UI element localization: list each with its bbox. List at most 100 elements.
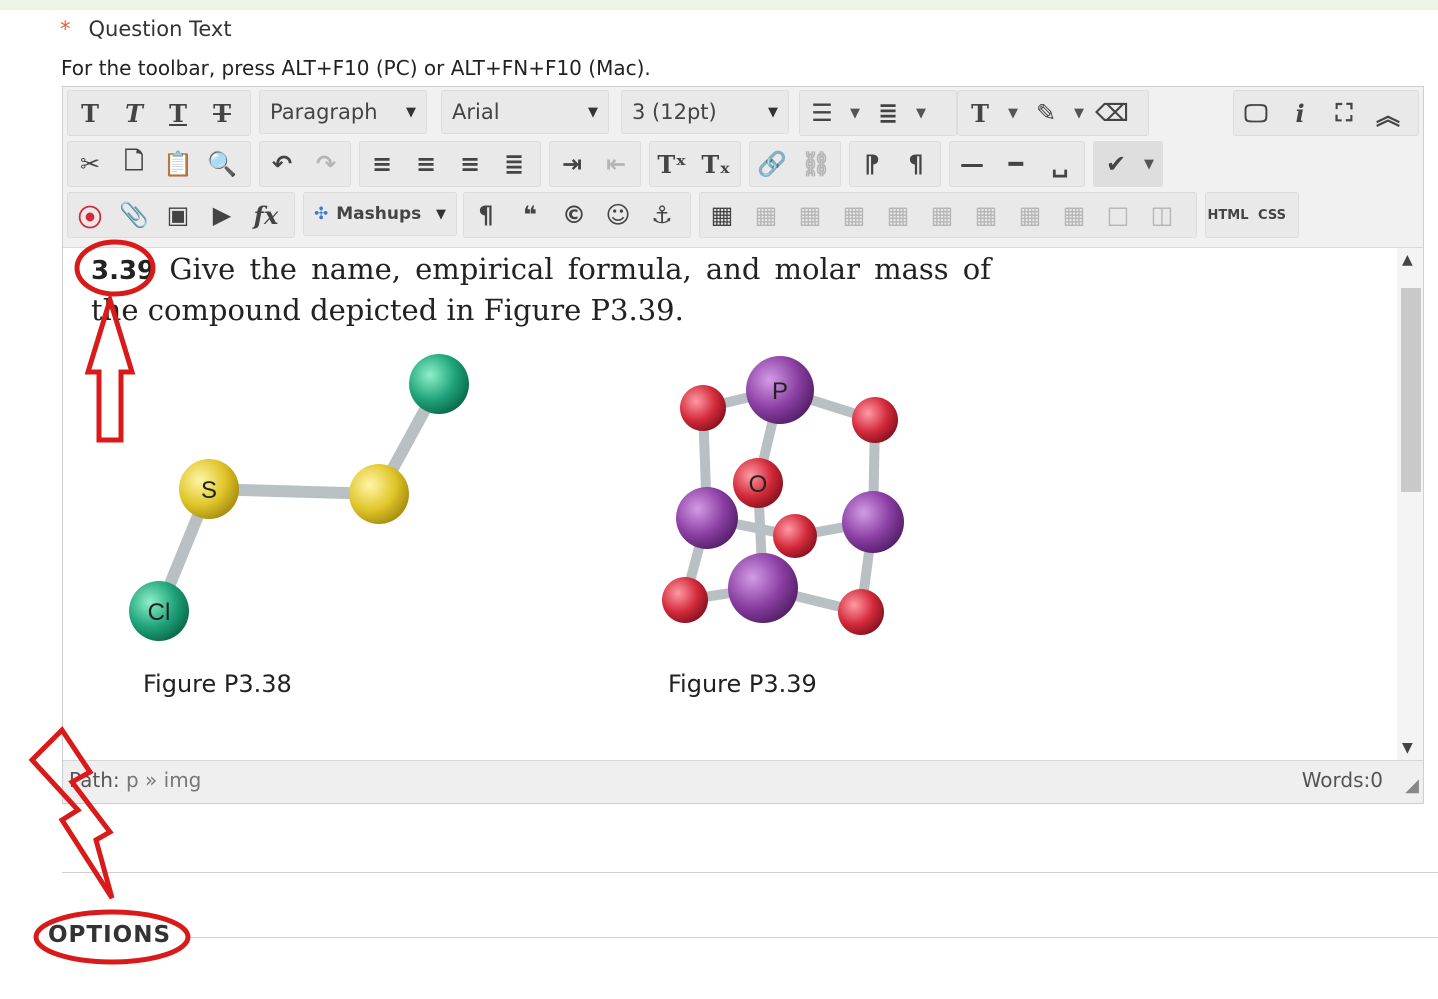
script-group: Tˣ Tₓ	[649, 141, 741, 187]
underline-button[interactable]: T	[156, 91, 200, 135]
text-color-icon[interactable]: T	[958, 91, 1002, 135]
html-button[interactable]: HTML	[1206, 193, 1250, 237]
list-group: ☰ ▼ ≣ ▼	[799, 90, 957, 136]
align-left-icon[interactable]: ≡	[360, 142, 404, 186]
clipboard-group: ✂ 🗋 📋 🔍	[67, 141, 251, 187]
table-row-before-icon[interactable]: ▦	[876, 193, 920, 237]
record-icon[interactable]: ⦿	[68, 193, 112, 237]
info-icon[interactable]: i	[1278, 91, 1322, 135]
spellcheck-icon[interactable]: ✔	[1094, 142, 1138, 186]
oxygen-atom	[852, 397, 898, 443]
copyright-icon[interactable]: ©	[552, 193, 596, 237]
css-button[interactable]: CSS	[1250, 193, 1294, 237]
options-divider	[190, 937, 1438, 938]
bold-button[interactable]: T	[68, 91, 112, 135]
fullscreen-icon[interactable]: ⛶	[1322, 91, 1366, 135]
sulfur-atom	[349, 464, 409, 524]
editor-statusbar: Path: p » img Words:0 ◢	[63, 760, 1423, 803]
size-select-value: 3 (12pt)	[632, 100, 717, 124]
table-delete-icon[interactable]: ▦	[1052, 193, 1096, 237]
oxygen-atom	[662, 577, 708, 623]
superscript-icon[interactable]: Tˣ	[650, 142, 694, 186]
copy-icon[interactable]: 🗋	[112, 142, 156, 186]
table-cell-icon[interactable]: ▦	[788, 193, 832, 237]
collapse-toolbar-icon[interactable]: ︽	[1366, 91, 1410, 135]
table-group: ▦ ▦ ▦ ▦ ▦ ▦ ▦ ▦ ▦ □ ◫	[699, 192, 1197, 238]
outdent-icon[interactable]: ⇤	[594, 142, 638, 186]
table-col-after-icon[interactable]: ▦	[1008, 193, 1052, 237]
redo-icon[interactable]: ↷	[304, 142, 348, 186]
insert-media-group: ⦿ 📎 ▣ ▶ fx	[67, 192, 295, 238]
oxygen-atom	[680, 385, 726, 431]
resize-handle-icon[interactable]: ◢	[1405, 775, 1419, 796]
horizontal-rule-icon[interactable]: —	[950, 142, 994, 186]
table-row-icon[interactable]: ▦	[744, 193, 788, 237]
numbered-list-icon[interactable]: ≣	[866, 91, 910, 135]
size-select[interactable]: 3 (12pt) ▼	[621, 90, 789, 134]
bullet-list-icon[interactable]: ☰	[800, 91, 844, 135]
nonbreaking-space-icon[interactable]: ␣	[1038, 142, 1082, 186]
strikethrough-button[interactable]: T	[200, 91, 244, 135]
attach-file-icon[interactable]: 📎	[112, 193, 156, 237]
ltr-icon[interactable]: ⁋	[850, 142, 894, 186]
rule-group: — ━ ␣	[949, 141, 1085, 187]
find-icon[interactable]: 🔍	[200, 142, 244, 186]
table-col-before-icon[interactable]: ▦	[964, 193, 1008, 237]
question-label-text: Question Text	[88, 17, 232, 41]
math-formula-icon[interactable]: fx	[244, 193, 288, 237]
path-value[interactable]: p » img	[126, 768, 201, 792]
atom-label-s: S	[201, 477, 217, 504]
italic-button[interactable]: T	[112, 91, 156, 135]
chevron-down-icon: ▼	[436, 206, 446, 222]
scroll-down-icon[interactable]: ▼	[1402, 740, 1413, 756]
chevron-down-icon[interactable]: ▼	[1138, 142, 1160, 186]
chevron-down-icon[interactable]: ▼	[910, 91, 932, 135]
link-icon[interactable]: 🔗	[750, 142, 794, 186]
editor-scrollbar[interactable]: ▲ ▼	[1397, 248, 1423, 760]
font-select[interactable]: Arial ▼	[441, 90, 609, 134]
undo-icon[interactable]: ↶	[260, 142, 304, 186]
paragraph-icon[interactable]: ¶	[464, 193, 508, 237]
media-icon[interactable]: ▶	[200, 193, 244, 237]
cut-icon[interactable]: ✂	[68, 142, 112, 186]
mashups-select[interactable]: ✣ Mashups ▼	[303, 192, 457, 236]
rich-text-editor[interactable]: T T T T Paragraph ▼ Arial ▼ 3 (12pt) ▼ ☰ ▼ …	[62, 86, 1424, 804]
scrollbar-thumb[interactable]	[1401, 288, 1421, 492]
subscript-icon[interactable]: Tₓ	[694, 142, 738, 186]
insert-symbol-group: ¶ ❝ © ☺ ⚓	[463, 192, 691, 238]
format-select[interactable]: Paragraph ▼	[259, 90, 427, 134]
toolbar-hint: For the toolbar, press ALT+F10 (PC) or A…	[61, 56, 651, 80]
chevron-down-icon[interactable]: ▼	[844, 91, 866, 135]
oxygen-atom	[773, 514, 817, 558]
rtl-icon[interactable]: ¶	[894, 142, 938, 186]
align-center-icon[interactable]: ≡	[404, 142, 448, 186]
align-right-icon[interactable]: ≡	[448, 142, 492, 186]
insert-table-icon[interactable]: ▦	[700, 193, 744, 237]
indent-icon[interactable]: ⇥	[550, 142, 594, 186]
chevron-down-icon: ▼	[588, 104, 598, 120]
align-justify-icon[interactable]: ≣	[492, 142, 536, 186]
emoticon-icon[interactable]: ☺	[596, 193, 640, 237]
quote-icon[interactable]: ❝	[508, 193, 552, 237]
table-merge-icon[interactable]: □	[1096, 193, 1140, 237]
eraser-icon[interactable]: ⌫	[1090, 91, 1134, 135]
thick-rule-icon[interactable]: ━	[994, 142, 1038, 186]
table-props-icon[interactable]: ▦	[832, 193, 876, 237]
paste-icon[interactable]: 📋	[156, 142, 200, 186]
table-split-icon[interactable]: ◫	[1140, 193, 1184, 237]
preview-icon[interactable]: 🖵	[1234, 91, 1278, 135]
word-count: Words:0	[1301, 768, 1383, 792]
chevron-down-icon[interactable]: ▼	[1002, 91, 1024, 135]
direction-group: ⁋ ¶	[849, 141, 941, 187]
table-row-after-icon[interactable]: ▦	[920, 193, 964, 237]
editor-content[interactable]: 3.39 Give the name, empirical formula, a…	[63, 248, 1395, 760]
chevron-down-icon: ▼	[768, 104, 778, 120]
anchor-icon[interactable]: ⚓	[640, 193, 684, 237]
phosphorus-atom	[676, 487, 738, 549]
image-icon[interactable]: ▣	[156, 193, 200, 237]
unlink-icon[interactable]: ⛓	[794, 142, 838, 186]
chevron-down-icon[interactable]: ▼	[1068, 91, 1090, 135]
options-heading[interactable]: OPTIONS	[48, 922, 171, 948]
highlight-pen-icon[interactable]: ✎	[1024, 91, 1068, 135]
scroll-up-icon[interactable]: ▲	[1402, 252, 1413, 268]
